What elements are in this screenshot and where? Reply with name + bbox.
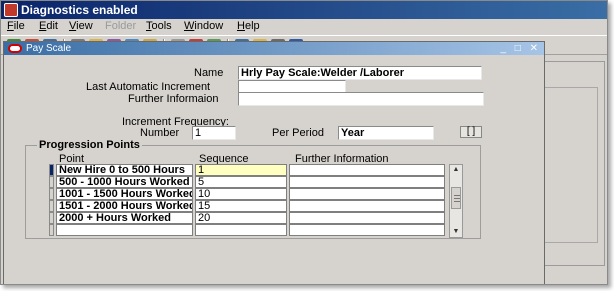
point-cell[interactable]: 1001 - 1500 Hours Worked [56, 188, 193, 200]
per-period-label: Per Period [272, 127, 324, 139]
menu-help-mnemonic: H [237, 20, 245, 32]
scroll-up-icon[interactable]: ▲ [450, 165, 462, 175]
window-controls[interactable]: _ □ ✕ [500, 42, 541, 55]
menu-view[interactable]: View [69, 20, 93, 32]
further-info-cell[interactable] [289, 176, 445, 188]
sequence-cell[interactable] [195, 224, 287, 236]
row-marker[interactable] [49, 176, 54, 188]
further-info-cell[interactable] [289, 188, 445, 200]
further-info-cell[interactable] [289, 200, 445, 212]
menu-window[interactable]: Window [184, 20, 223, 32]
menu-view-label: iew [76, 20, 93, 32]
point-cell[interactable]: New Hire 0 to 500 Hours [56, 164, 193, 176]
oracle-app-window: Diagnostics enabled File Edit View Folde… [0, 0, 608, 285]
row-marker[interactable] [49, 164, 54, 176]
menu-file[interactable]: File [7, 20, 25, 32]
menu-edit-label: dit [46, 20, 58, 32]
menu-folder[interactable]: Folder [105, 20, 136, 32]
menu-file-label: ile [13, 20, 25, 32]
further-info-label: Further Informaion [128, 93, 219, 105]
pay-scale-title: Pay Scale [26, 43, 72, 54]
pay-scale-title-bar[interactable]: Pay Scale _ □ ✕ [4, 42, 544, 55]
row-marker[interactable] [49, 200, 54, 212]
oracle-icon [8, 44, 22, 53]
further-info-field[interactable] [238, 92, 484, 106]
menu-tools-label: ools [151, 20, 172, 32]
point-cell[interactable] [56, 224, 193, 236]
progression-points-title: Progression Points [37, 139, 142, 151]
scroll-thumb[interactable] [451, 187, 461, 209]
sequence-cell[interactable]: 20 [195, 212, 287, 224]
menu-edit[interactable]: Edit [39, 20, 58, 32]
per-period-field[interactable]: Year [338, 126, 434, 140]
number-label: Number [140, 127, 180, 139]
menu-tools[interactable]: Tools [146, 20, 172, 32]
menu-window-label: indow [194, 20, 224, 32]
menu-help[interactable]: Help [237, 20, 260, 32]
menu-help-label: elp [244, 20, 260, 32]
sequence-cell[interactable]: 10 [195, 188, 287, 200]
point-cell[interactable]: 1501 - 2000 Hours Worked [56, 200, 193, 212]
name-label: Name [194, 67, 224, 79]
number-field[interactable]: 1 [192, 126, 236, 140]
row-marker[interactable] [49, 224, 54, 236]
further-info-cell[interactable] [289, 212, 445, 224]
row-marker[interactable] [49, 188, 54, 200]
row-marker[interactable] [49, 212, 54, 224]
scroll-down-icon[interactable]: ▼ [450, 227, 462, 237]
last-increment-label: Last Automatic Increment [86, 81, 211, 93]
point-cell[interactable]: 2000 + Hours Worked [56, 212, 193, 224]
sequence-cell[interactable]: 15 [195, 200, 287, 212]
menu-file-mnemonic: F [7, 20, 14, 32]
progression-scrollbar[interactable]: ▲ ▼ [449, 164, 463, 238]
descriptive-flexfield[interactable]: [ ] [460, 126, 482, 138]
app-title: Diagnostics enabled [21, 3, 138, 17]
menu-window-mnemonic: W [184, 20, 195, 32]
sequence-cell[interactable]: 1 [195, 164, 287, 176]
point-cell[interactable]: 500 - 1000 Hours Worked [56, 176, 193, 188]
grip-line [454, 198, 460, 199]
further-info-cell[interactable] [289, 164, 445, 176]
further-info-cell[interactable] [289, 224, 445, 236]
grip-line [454, 201, 460, 202]
app-title-bar: Diagnostics enabled [1, 1, 607, 19]
sequence-cell[interactable]: 5 [195, 176, 287, 188]
name-field[interactable]: Hrly Pay Scale:Welder /Laborer [238, 66, 482, 80]
app-icon [4, 3, 18, 17]
grip-line [454, 195, 460, 196]
menu-bar: File Edit View Folder Tools Window Help [1, 19, 607, 35]
